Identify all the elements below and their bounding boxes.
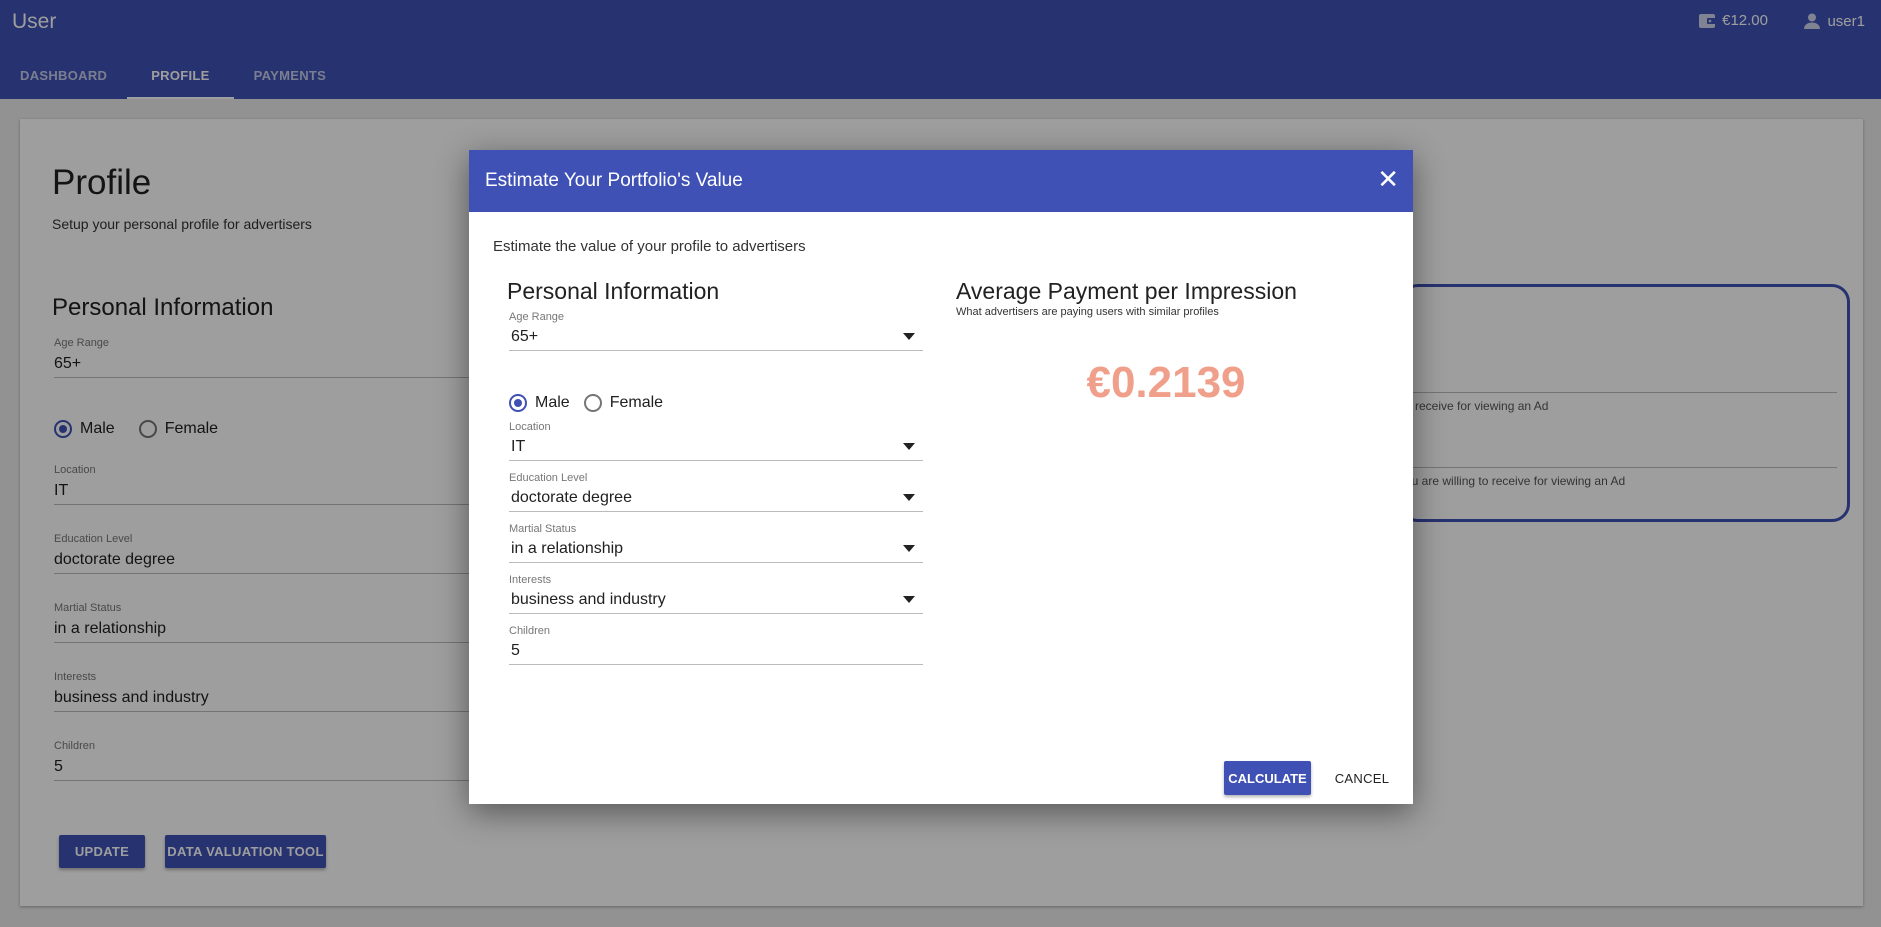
- dialog-education-select[interactable]: Education Level doctorate degree: [509, 472, 923, 512]
- dialog-marital-value: in a relationship: [511, 539, 624, 557]
- dialog-location-label: Location: [509, 421, 551, 433]
- dialog-gender-female-radio[interactable]: Female: [583, 394, 664, 412]
- chevron-down-icon: [903, 596, 915, 603]
- dialog-location-value: IT: [511, 437, 526, 455]
- chevron-down-icon: [903, 545, 915, 552]
- dialog-children-label: Children: [509, 625, 550, 637]
- cancel-button[interactable]: CANCEL: [1323, 761, 1401, 795]
- chevron-down-icon: [903, 443, 915, 450]
- chevron-down-icon: [903, 494, 915, 501]
- dialog-age-range-label: Age Range: [509, 311, 565, 323]
- dialog-gender-male-label: Male: [535, 394, 570, 411]
- dialog-interests-label: Interests: [509, 574, 552, 586]
- dialog-interests-value: business and industry: [511, 590, 666, 608]
- dialog-children-input[interactable]: Children 5: [509, 625, 923, 665]
- dialog-gender-female-label: Female: [609, 394, 664, 411]
- dialog-age-range-select[interactable]: Age Range 65+: [509, 311, 923, 351]
- portfolio-value-dialog: Estimate Your Portfolio's Value ✕ Estima…: [469, 150, 1413, 804]
- dialog-education-label: Education Level: [509, 472, 588, 484]
- dialog-interests-select[interactable]: Interests business and industry: [509, 574, 923, 614]
- chevron-down-icon: [903, 333, 915, 340]
- dialog-age-range-value: 65+: [511, 327, 539, 345]
- dialog-marital-label: Martial Status: [509, 523, 577, 535]
- dialog-header: Estimate Your Portfolio's Value ✕: [469, 150, 1413, 212]
- dialog-title: Estimate Your Portfolio's Value: [485, 170, 743, 191]
- dialog-left-title: Personal Information: [507, 278, 720, 304]
- dialog-right-title: Average Payment per Impression: [956, 278, 1297, 304]
- dialog-location-select[interactable]: Location IT: [509, 421, 923, 461]
- dialog-gender-radio-group: Male Female: [509, 394, 677, 412]
- calculate-button[interactable]: CALCULATE: [1224, 761, 1311, 795]
- dialog-marital-select[interactable]: Martial Status in a relationship: [509, 523, 923, 563]
- dialog-right-subtitle: What advertisers are paying users with s…: [956, 306, 1219, 318]
- radio-unchecked-icon: [583, 394, 602, 412]
- close-icon[interactable]: ✕: [1377, 166, 1399, 192]
- radio-checked-icon: [509, 394, 527, 412]
- dialog-children-value: 5: [511, 641, 520, 659]
- dialog-gender-male-radio[interactable]: Male: [509, 394, 570, 412]
- dialog-description: Estimate the value of your profile to ad…: [493, 238, 806, 255]
- estimated-payment-value: €0.2139: [1086, 358, 1246, 407]
- dialog-education-value: doctorate degree: [511, 488, 632, 506]
